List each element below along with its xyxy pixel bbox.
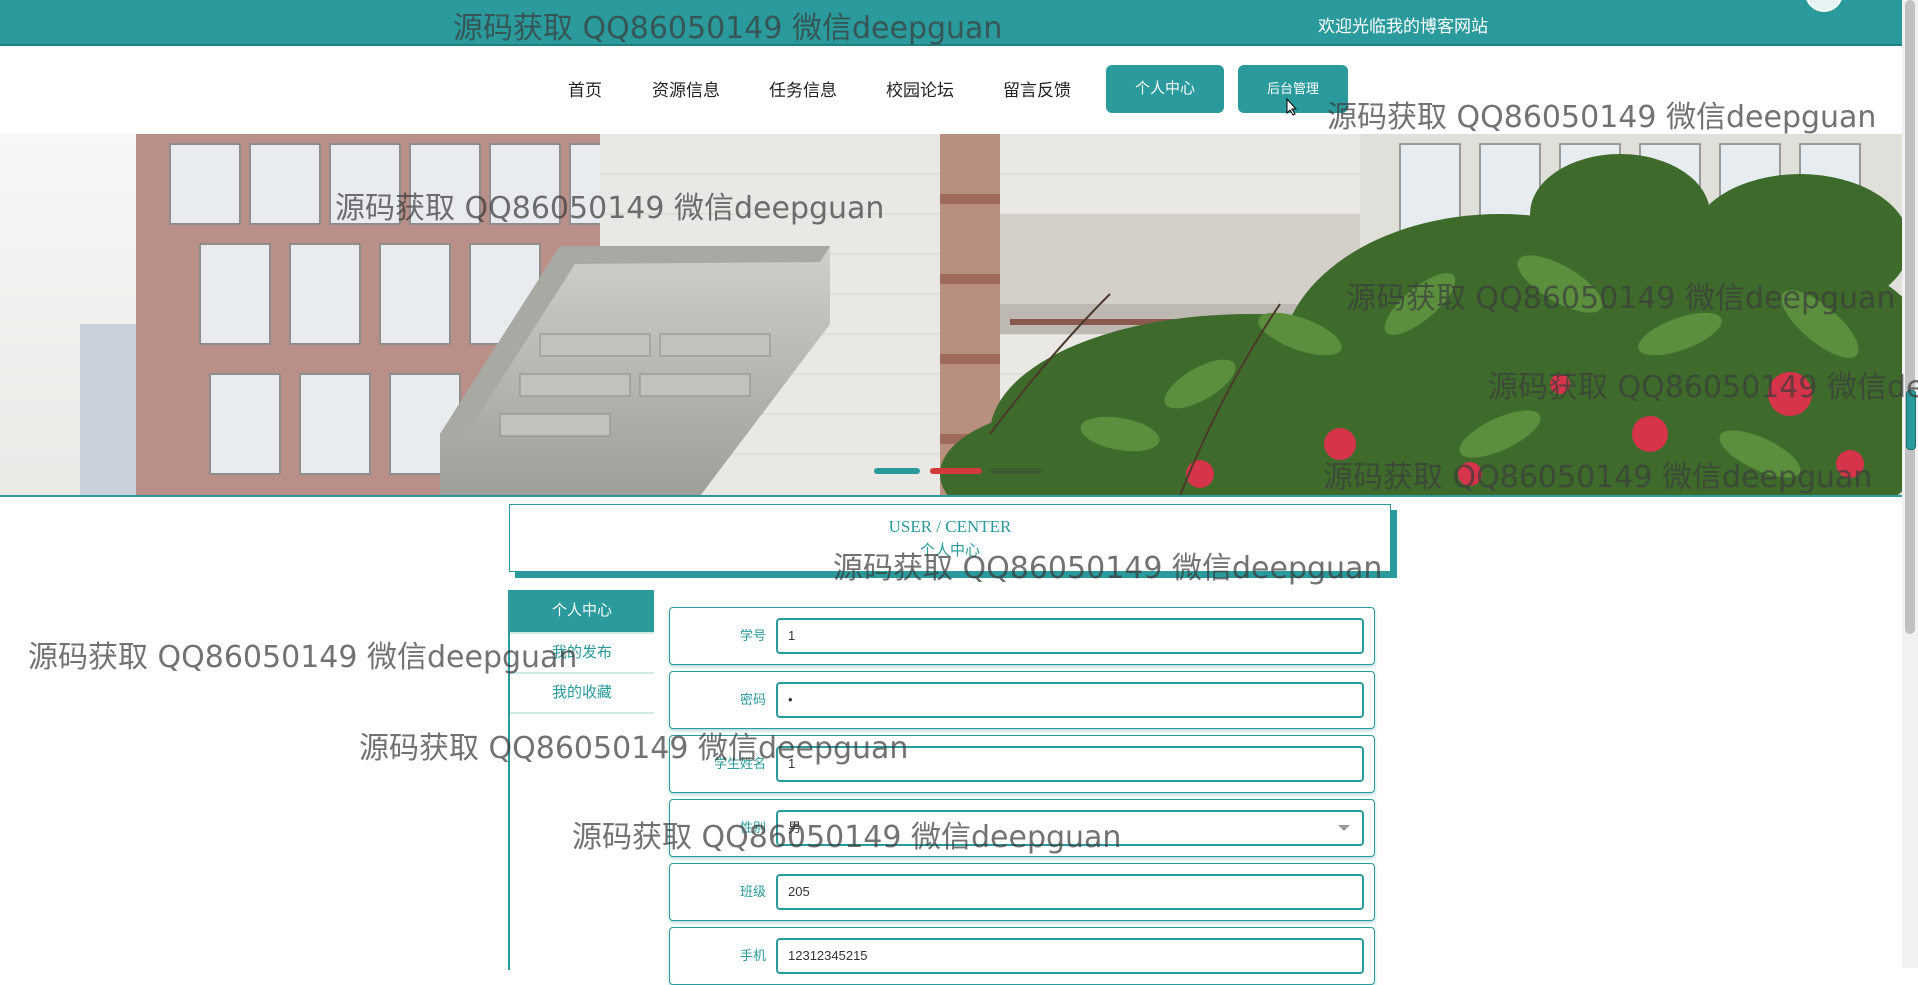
top-bar: 欢迎光临我的博客网站 xyxy=(0,0,1902,46)
student-id-input[interactable]: 1 xyxy=(776,618,1364,654)
class-label: 班级 xyxy=(739,884,766,899)
sidebar-item-my-favorites[interactable]: 我的收藏 xyxy=(510,674,654,714)
student-name-input[interactable]: 1 xyxy=(776,746,1364,782)
form-row-password: 密码 • xyxy=(669,671,1375,729)
carousel-dot-1[interactable] xyxy=(874,468,920,474)
carousel-dot-3[interactable] xyxy=(990,468,1042,474)
password-label: 密码 xyxy=(739,692,766,707)
personal-center-button[interactable]: 个人中心 xyxy=(1106,65,1224,113)
watermark: 源码获取 QQ86050149 微信deepguan xyxy=(28,640,578,675)
class-input[interactable]: 205 xyxy=(776,874,1364,910)
form-row-class: 班级 205 xyxy=(669,863,1375,921)
gender-select[interactable]: 男 xyxy=(776,810,1364,846)
sidebar-item-personal-center[interactable]: 个人中心 xyxy=(510,590,654,634)
welcome-text: 欢迎光临我的博客网站 xyxy=(1318,17,1488,36)
form-row-gender: 性别 男 xyxy=(669,799,1375,857)
campus-photo xyxy=(0,134,1902,496)
nav-forum[interactable]: 校园论坛 xyxy=(886,76,954,101)
gender-label: 性别 xyxy=(739,820,766,835)
nav-home[interactable]: 首页 xyxy=(568,76,602,101)
banner-divider xyxy=(0,495,1902,497)
section-title-box: USER / CENTER 个人中心 xyxy=(509,504,1391,572)
mouse-cursor-icon xyxy=(1286,98,1298,116)
phone-label: 手机 xyxy=(739,948,766,963)
scrollbar-thumb[interactable] xyxy=(1905,0,1915,634)
form-row-student-id: 学号 1 xyxy=(669,607,1375,665)
hero-banner[interactable] xyxy=(0,134,1902,496)
carousel-dot-2[interactable] xyxy=(930,468,982,474)
password-input[interactable]: • xyxy=(776,682,1364,718)
student-id-label: 学号 xyxy=(739,628,766,643)
section-title-cn: 个人中心 xyxy=(919,543,980,559)
nav-resources[interactable]: 资源信息 xyxy=(652,76,720,101)
nav-feedback[interactable]: 留言反馈 xyxy=(1003,76,1071,101)
user-sidebar: 个人中心 我的发布 我的收藏 xyxy=(508,590,656,970)
sidebar-item-my-posts[interactable]: 我的发布 xyxy=(510,634,654,674)
section-title-en: USER / CENTER xyxy=(888,517,1012,536)
scrollbar-indicator xyxy=(1906,390,1916,450)
form-row-student-name: 学生姓名 1 xyxy=(669,735,1375,793)
main-nav: 首页 资源信息 任务信息 校园论坛 留言反馈 个人中心 后台管理 xyxy=(0,46,1902,134)
student-name-label: 学生姓名 xyxy=(713,756,766,771)
form-row-phone: 手机 12312345215 xyxy=(669,927,1375,985)
nav-tasks[interactable]: 任务信息 xyxy=(769,76,837,101)
phone-input[interactable]: 12312345215 xyxy=(776,938,1364,974)
